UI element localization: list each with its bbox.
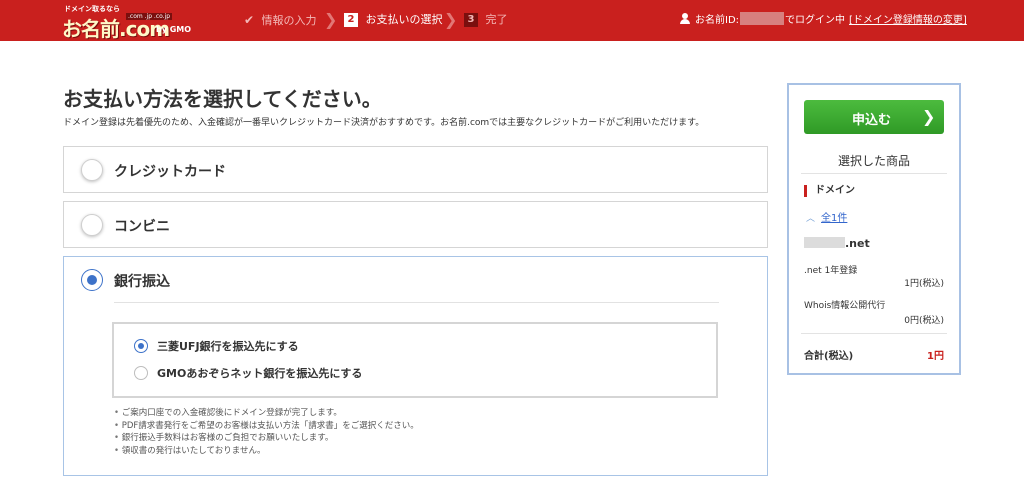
radio-button[interactable] [81,159,103,181]
product-category: ドメイン [804,185,855,197]
step-number: 3 [464,13,478,27]
apply-button[interactable]: 申込む ❯ [804,100,944,134]
user-icon [680,13,690,24]
checkmark-icon: ✔ [244,13,255,27]
onamae-logo[interactable]: ドメイン取るなら お名前.com .com .jp .co.jp by GMO [60,4,192,41]
step-number: 2 [344,13,358,27]
top-header: ドメイン取るなら お名前.com .com .jp .co.jp by GMO … [0,0,1024,41]
selected-products-title: 選択した商品 [837,154,910,168]
order-summary-sidebar: 申込む ❯ 選択した商品 ドメイン ︿ 全1件 .net .net 1年登録 1円… [787,83,961,375]
option-label: クレジットカード [114,164,226,180]
logo-gmo: by GMO [156,25,192,34]
page-description: ドメイン登録は先着優先のため、入金確認が一番早いクレジットカード決済がおすすめで… [63,118,705,128]
chevron-right-icon: ❯ [324,10,338,29]
line-item-name: .net 1年登録 [804,266,858,276]
apply-button-label: 申込む [852,113,892,128]
divider [801,333,947,334]
item-count-toggle[interactable]: ︿ 全1件 [806,209,847,224]
chevron-up-icon: ︿ [806,214,816,224]
bank-label: GMOあおぞらネット銀行を振込先にする [157,367,363,380]
bank-option-mufg[interactable]: 三菱UFJ銀行を振込先にする [134,339,299,355]
total-value: 1円 [927,351,944,362]
total-label: 合計(税込) [804,351,854,362]
payment-option-convenience-store[interactable]: コンビニ [63,201,768,248]
page-title: お支払い方法を選択してください。 [63,87,382,111]
payment-option-credit-card[interactable]: クレジットカード [63,146,768,193]
option-label: コンビニ [114,219,170,235]
note-item: 銀行振込手数料はお客様のご負担でお願いいたします。 [114,432,419,445]
bank-option-gmo-aozora[interactable]: GMOあおぞらネット銀行を振込先にする [134,366,362,382]
divider [801,173,947,174]
step-label: お支払いの選択 [365,13,443,26]
divider [114,302,719,303]
step-payment: 2 お支払いの選択 [344,11,443,29]
change-domain-info-link[interactable]: [ドメイン登録情報の変更] [849,15,967,26]
bank-transfer-notes: ご案内口座での入金確認後にドメイン登録が完了します。 PDF請求書発行をご希望の… [114,407,419,457]
step-label: 完了 [485,13,508,26]
line-item-price: 1円(税込) [904,279,944,289]
option-label: 銀行振込 [114,274,170,290]
masked-user-id [740,12,785,25]
radio-button-selected[interactable] [81,269,103,291]
logo-tld-badge: .com .jp .co.jp [126,13,173,20]
item-count-link[interactable]: 全1件 [821,213,847,224]
line-item-price: 0円(税込) [904,316,944,326]
note-item: PDF請求書発行をご希望のお客様は支払い方法「請求書」をご選択ください。 [114,420,419,433]
login-text: でログイン中 [785,15,846,26]
radio-button[interactable] [134,366,148,380]
bank-label: 三菱UFJ銀行を振込先にする [157,340,299,353]
radio-button[interactable] [81,214,103,236]
step-label: 情報の入力 [261,14,317,27]
user-id-label: お名前ID: [695,15,740,26]
note-item: 領収書の発行はいたしておりません。 [114,445,419,458]
login-status: お名前ID: でログイン中 [ドメイン登録情報の変更] [680,12,967,28]
step-complete: 3 完了 [464,11,508,29]
note-item: ご案内口座での入金確認後にドメイン登録が完了します。 [114,407,419,420]
masked-domain [804,237,845,248]
radio-button-selected[interactable] [134,339,148,353]
bank-selection-box: 三菱UFJ銀行を振込先にする GMOあおぞらネット銀行を振込先にする [112,322,718,398]
domain-name: .net [804,237,870,250]
domain-suffix: .net [845,237,870,250]
chevron-right-icon: ❯ [444,10,458,29]
step-input: ✔ 情報の入力 [244,11,317,29]
chevron-right-icon: ❯ [922,107,936,126]
line-item-name: Whois情報公開代行 [804,301,886,311]
payment-option-bank-transfer[interactable]: 銀行振込 三菱UFJ銀行を振込先にする GMOあおぞらネット銀行を振込先にする … [63,256,768,476]
